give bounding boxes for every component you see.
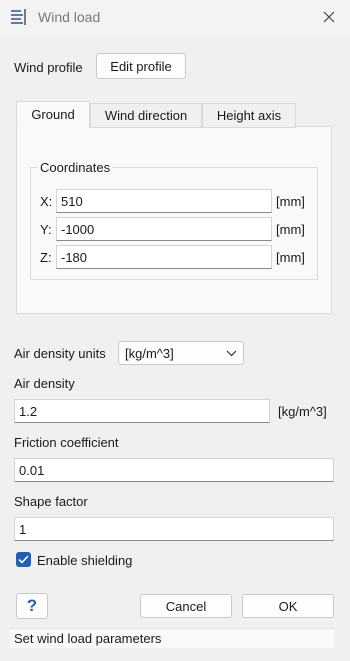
coordinates-group-label: Coordinates xyxy=(38,160,113,175)
friction-coefficient-label: Friction coefficient xyxy=(14,435,119,450)
air-density-label: Air density xyxy=(14,376,75,391)
z-label: Z: xyxy=(40,250,52,265)
ok-button[interactable]: OK xyxy=(242,594,334,618)
tab-ground[interactable]: Ground xyxy=(16,101,90,128)
chevron-down-icon xyxy=(226,350,237,356)
wind-load-icon xyxy=(10,8,28,26)
x-unit-label: [mm] xyxy=(276,194,305,209)
tab-wind-direction[interactable]: Wind direction xyxy=(90,103,202,128)
y-unit-label: [mm] xyxy=(276,222,305,237)
y-label: Y: xyxy=(40,222,52,237)
checkmark-icon xyxy=(18,555,29,564)
y-coordinate-input[interactable]: -1000 xyxy=(56,217,272,241)
air-density-units-label: Air density units xyxy=(14,346,106,361)
x-label: X: xyxy=(40,194,53,209)
status-text: Set wind load parameters xyxy=(14,631,162,646)
wind-profile-label: Wind profile xyxy=(14,60,83,75)
shape-factor-label: Shape factor xyxy=(14,494,88,509)
tab-height-axis[interactable]: Height axis xyxy=(202,103,296,128)
air-density-units-value: [kg/m^3] xyxy=(125,345,174,361)
close-icon xyxy=(323,11,335,23)
status-bar: Set wind load parameters xyxy=(10,628,334,648)
z-coordinate-input[interactable]: -180 xyxy=(56,245,272,269)
help-button[interactable]: ? xyxy=(16,593,48,619)
enable-shielding-label[interactable]: Enable shielding xyxy=(37,553,132,568)
shape-factor-input[interactable]: 1 xyxy=(14,517,334,541)
window-title: Wind load xyxy=(38,9,101,25)
x-coordinate-input[interactable]: 510 xyxy=(56,189,272,213)
enable-shielding-checkbox[interactable] xyxy=(16,552,31,567)
edit-profile-button[interactable]: Edit profile xyxy=(96,53,186,79)
friction-coefficient-input[interactable]: 0.01 xyxy=(14,458,334,482)
z-unit-label: [mm] xyxy=(276,250,305,265)
air-density-unit-label: [kg/m^3] xyxy=(278,404,327,419)
air-density-units-select[interactable]: [kg/m^3] xyxy=(118,341,244,365)
cancel-button[interactable]: Cancel xyxy=(140,594,232,618)
air-density-input[interactable]: 1.2 xyxy=(14,399,270,423)
close-button[interactable] xyxy=(316,5,342,29)
